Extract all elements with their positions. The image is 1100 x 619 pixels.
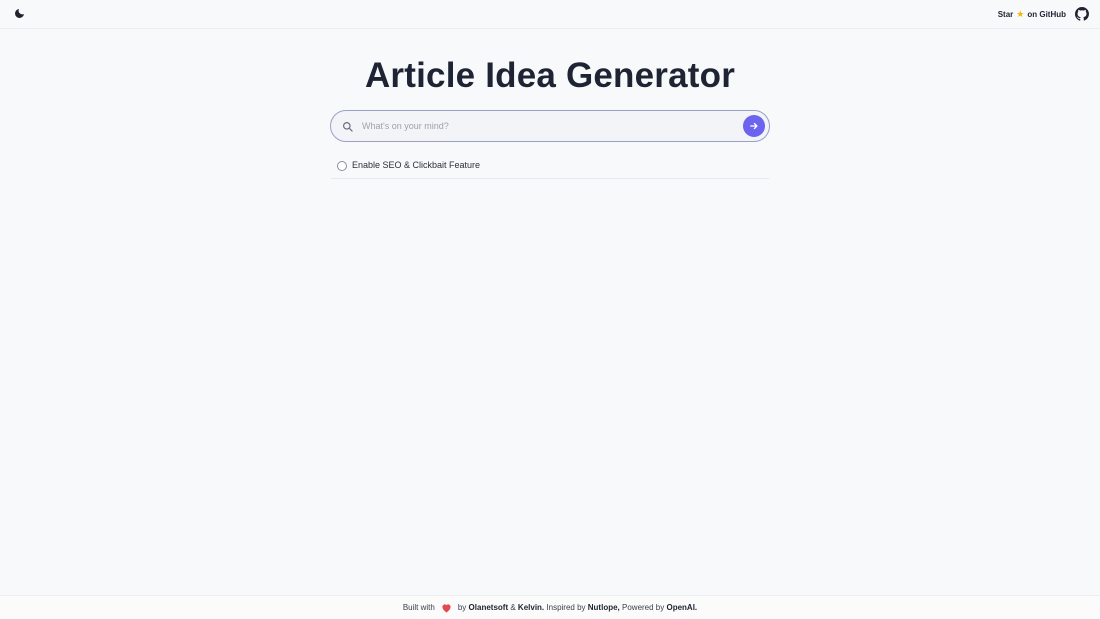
- search-icon: [342, 119, 356, 133]
- submit-button[interactable]: [743, 115, 765, 137]
- footer-built-with: Built with: [402, 603, 435, 612]
- page-title: Article Idea Generator: [364, 56, 736, 95]
- github-area: Star ★ on GitHub: [998, 7, 1089, 21]
- footer-powered-by: Powered by: [622, 603, 665, 612]
- star-icon: ★: [1016, 8, 1025, 19]
- moon-icon[interactable]: [11, 6, 27, 22]
- footer-author2-link[interactable]: Kelvin.: [518, 603, 544, 612]
- footer-by: by: [457, 603, 467, 612]
- seo-checkbox-label[interactable]: Enable SEO & Clickbait Feature: [352, 160, 480, 170]
- github-icon[interactable]: [1075, 7, 1089, 21]
- footer-author1-link[interactable]: Olanetsoft: [469, 603, 509, 612]
- github-star-label: Star: [997, 9, 1014, 19]
- footer-powered-link[interactable]: OpenAI.: [666, 603, 697, 612]
- top-bar: Star ★ on GitHub: [0, 0, 1100, 29]
- footer-inspired-by: Inspired by: [546, 603, 586, 612]
- search-input[interactable]: [362, 121, 743, 131]
- heart-icon: [441, 603, 452, 613]
- github-star-link[interactable]: Star ★ on GitHub: [998, 9, 1066, 20]
- seo-option-row: Enable SEO & Clickbait Feature: [331, 158, 769, 179]
- github-suffix: on GitHub: [1027, 9, 1066, 19]
- footer: Built with by Olanetsoft & Kelvin. Inspi…: [0, 595, 1100, 619]
- seo-checkbox[interactable]: [337, 161, 347, 171]
- footer-amp: &: [510, 603, 516, 612]
- arrow-right-icon: [749, 121, 759, 131]
- footer-inspiration-link[interactable]: Nutlope,: [588, 603, 620, 612]
- search-bar: [330, 110, 770, 142]
